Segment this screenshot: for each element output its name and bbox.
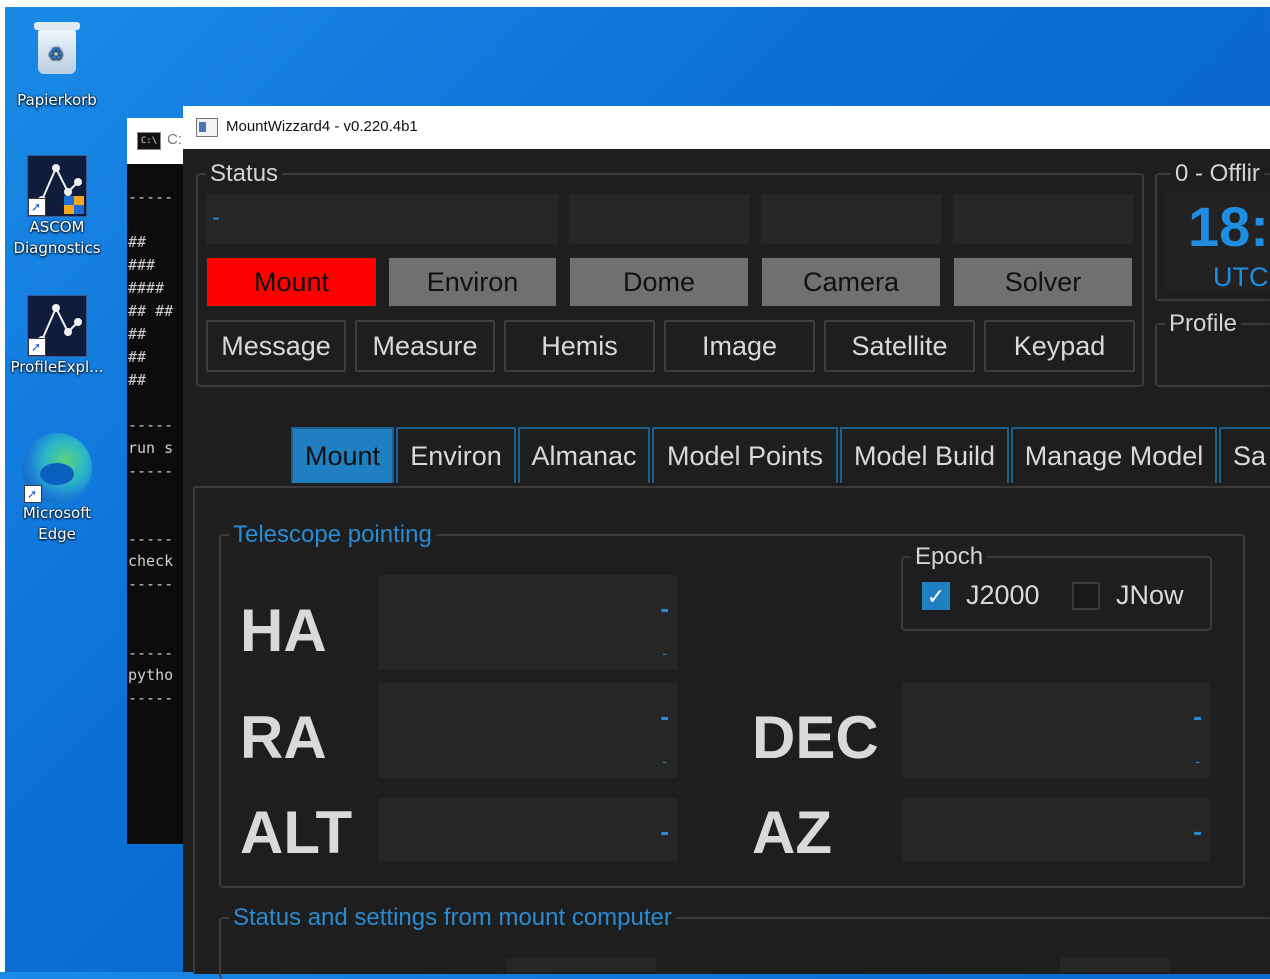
camera-status-indicator[interactable]: Camera: [761, 257, 941, 307]
ascom-icon: [27, 155, 87, 218]
desktop-icon-label-line1: Microsoft: [22, 504, 92, 522]
ha-sub-value: -: [662, 645, 667, 661]
offline-group-title: 0 - Offlir: [1171, 161, 1264, 187]
desktop-icon-label-line1: ASCOM: [29, 218, 85, 236]
status-field-2: [569, 194, 749, 244]
tab-satellite[interactable]: Sa: [1219, 427, 1270, 483]
telescope-pointing-title: Telescope pointing: [229, 522, 436, 548]
satellite-button[interactable]: Satellite: [824, 320, 975, 372]
ha-value: -: [660, 593, 669, 623]
ra-value: -: [660, 701, 669, 731]
console-line: ##: [128, 371, 147, 389]
clock-timezone: UTC: [1213, 262, 1269, 292]
dome-status-indicator[interactable]: Dome: [569, 257, 749, 307]
az-value-field: -: [902, 798, 1210, 861]
status-field-4: [953, 194, 1133, 244]
mount-setting-field-1: [506, 958, 656, 972]
console-line: ##: [128, 348, 147, 366]
edge-icon: [22, 433, 92, 505]
status-group-title: Status: [206, 161, 283, 187]
app-window-icon: [196, 118, 218, 137]
tab-mount[interactable]: Mount: [291, 427, 394, 483]
tab-model-points[interactable]: Model Points: [652, 427, 838, 483]
window-titlebar[interactable]: MountWizzard4 - v0.220.4b1: [183, 106, 1270, 149]
ra-label: RA: [240, 704, 327, 771]
hemis-button[interactable]: Hemis: [504, 320, 655, 372]
tab-almanac[interactable]: Almanac: [518, 427, 650, 483]
desktop-icon-profile-explorer[interactable]: ProfileExpl...: [7, 295, 107, 378]
profile-group-title: Profile: [1165, 311, 1242, 337]
j2000-label: J2000: [966, 580, 1040, 610]
tab-environ[interactable]: Environ: [396, 427, 516, 483]
desktop-icon-label-line2: Diagnostics: [13, 239, 101, 257]
az-label: AZ: [752, 799, 832, 866]
console-line: ##: [128, 233, 147, 251]
alt-value-field: -: [379, 798, 677, 861]
desktop-icon-microsoft-edge[interactable]: Microsoft Edge: [7, 433, 107, 545]
desktop-icon-label-line2: Edge: [38, 525, 76, 543]
epoch-group-title: Epoch: [911, 544, 988, 570]
j2000-checkbox[interactable]: ✓: [922, 582, 950, 610]
recycle-bin-icon: ♻: [32, 18, 82, 76]
status-message-text: -: [212, 204, 220, 231]
window-title: MountWizzard4 - v0.220.4b1: [226, 118, 418, 135]
clock-time: 18:: [1188, 195, 1269, 258]
status-field-3: [761, 194, 941, 244]
console-line: -----: [128, 188, 174, 206]
desktop-icon-label: ProfileExpl...: [10, 358, 104, 376]
image-button[interactable]: Image: [664, 320, 815, 372]
tab-manage-model[interactable]: Manage Model: [1011, 427, 1217, 483]
alt-value: -: [660, 816, 669, 846]
console-line: -----: [128, 462, 174, 480]
console-line: -----: [128, 644, 174, 662]
jnow-label: JNow: [1116, 580, 1184, 610]
console-line: -----: [128, 575, 174, 593]
ra-sub-value: -: [662, 753, 667, 769]
dec-value-field: - -: [902, 683, 1210, 778]
cmd-icon: C:\: [137, 132, 161, 150]
keypad-button[interactable]: Keypad: [984, 320, 1135, 372]
console-line: pytho: [128, 666, 174, 684]
shortcut-arrow-icon: [28, 337, 46, 358]
console-title: C:: [167, 131, 182, 148]
console-line: ###: [128, 256, 156, 274]
shortcut-arrow-icon: [28, 197, 46, 218]
status-message-field: -: [206, 194, 558, 244]
message-button[interactable]: Message: [206, 320, 346, 372]
mount-status-indicator[interactable]: Mount: [206, 257, 377, 307]
alt-label: ALT: [240, 799, 353, 866]
dec-sub-value: -: [1195, 753, 1200, 769]
desktop-icon-recycle-bin[interactable]: ♻ Papierkorb: [7, 18, 107, 111]
measure-button[interactable]: Measure: [355, 320, 495, 372]
mount-setting-field-2: [1060, 958, 1170, 972]
console-line: -----: [128, 416, 174, 434]
solver-status-indicator[interactable]: Solver: [953, 257, 1133, 307]
az-value: -: [1193, 816, 1202, 846]
console-line: ####: [128, 279, 165, 297]
mount-status-settings-title: Status and settings from mount computer: [229, 905, 676, 931]
console-line: -----: [128, 689, 174, 707]
tab-model-build[interactable]: Model Build: [840, 427, 1009, 483]
dec-label: DEC: [752, 704, 879, 771]
desktop-icon-label: Papierkorb: [17, 91, 97, 109]
ha-label: HA: [240, 597, 327, 664]
console-line: run s: [128, 439, 174, 457]
jnow-checkbox[interactable]: [1072, 582, 1100, 610]
desktop-frame-left: [0, 0, 5, 972]
ascom-icon: [27, 295, 87, 358]
environ-status-indicator[interactable]: Environ: [388, 257, 557, 307]
dec-value: -: [1193, 701, 1202, 731]
ha-value-field: - -: [379, 575, 677, 670]
console-line: ##: [128, 325, 147, 343]
console-line: ## ##: [128, 302, 174, 320]
profile-group: Profile: [1155, 311, 1270, 387]
shortcut-arrow-icon: [24, 484, 42, 505]
console-line: check: [128, 552, 174, 570]
ra-value-field: - -: [379, 683, 677, 778]
desktop-icon-ascom-diagnostics[interactable]: ASCOM Diagnostics: [7, 155, 107, 259]
desktop-frame-top: [0, 0, 1270, 7]
console-line: -----: [128, 530, 174, 548]
